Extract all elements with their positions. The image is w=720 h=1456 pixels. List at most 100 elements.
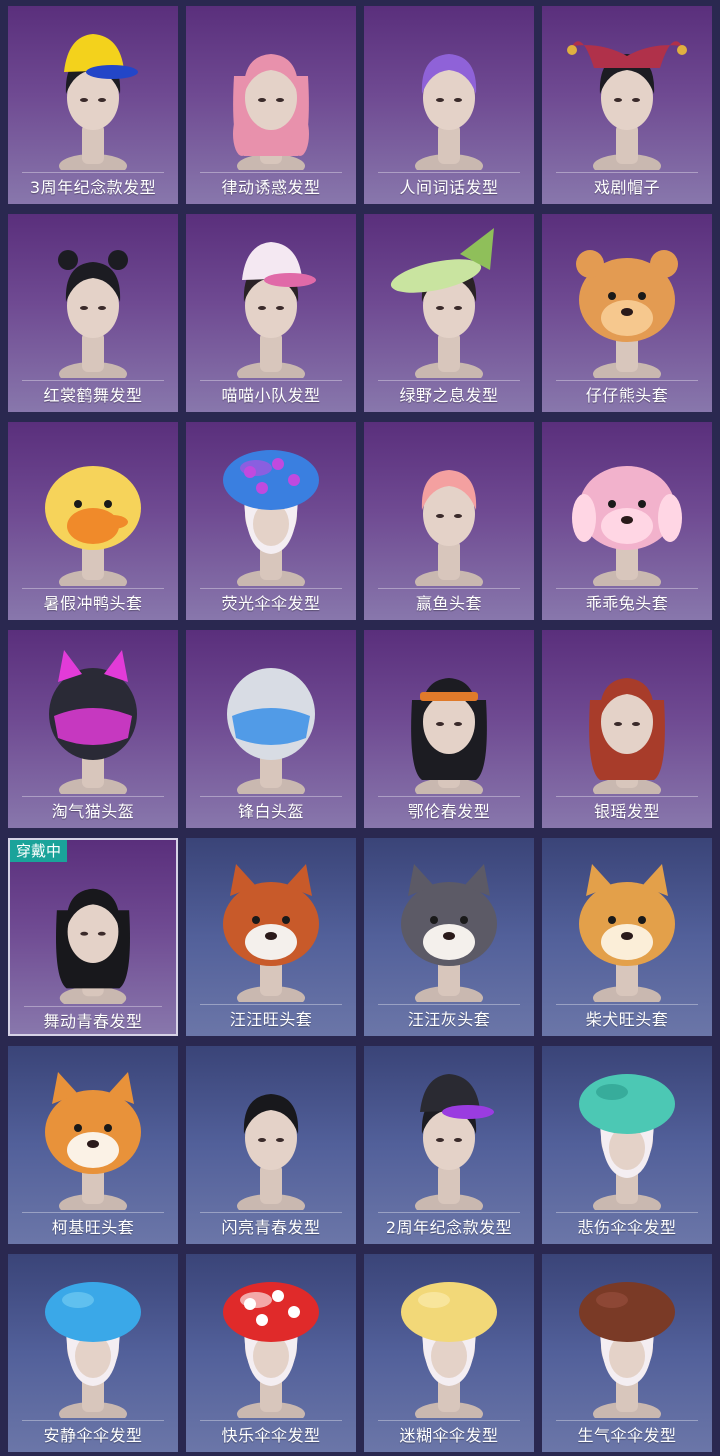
- outfit-card[interactable]: 淘气猫头盔: [8, 630, 178, 828]
- outfit-card[interactable]: 柴犬旺头套: [542, 838, 712, 1036]
- outfit-name: 汪汪旺头套: [229, 1010, 313, 1029]
- card-divider: [200, 588, 342, 589]
- cat-helmet-icon: [8, 630, 178, 794]
- outfit-name: 银瑶发型: [593, 802, 660, 821]
- card-divider: [22, 588, 164, 589]
- outfit-name: 戏剧帽子: [593, 178, 660, 197]
- outfit-card[interactable]: 荧光伞伞发型: [186, 422, 356, 620]
- outfit-card[interactable]: 舞动青春发型 穿戴中: [8, 838, 178, 1036]
- outfit-card[interactable]: 喵喵小队发型: [186, 214, 356, 412]
- card-divider: [378, 172, 520, 173]
- equipped-badge: 穿戴中: [10, 840, 68, 862]
- card-divider: [378, 1004, 520, 1005]
- outfit-name: 律动诱惑发型: [221, 178, 321, 197]
- outfit-name: 绿野之息发型: [399, 386, 499, 405]
- outfit-card[interactable]: 快乐伞伞发型: [186, 1254, 356, 1452]
- outfit-name: 红裳鹤舞发型: [43, 386, 143, 405]
- outfit-card[interactable]: 戏剧帽子: [542, 6, 712, 204]
- card-divider: [22, 1420, 164, 1421]
- outfit-name: 汪汪灰头套: [407, 1010, 491, 1029]
- butterfly-hat-icon: [364, 214, 534, 378]
- outfit-card[interactable]: 仔仔熊头套: [542, 214, 712, 412]
- space-buns-hair-icon: [8, 214, 178, 378]
- outfit-card[interactable]: 生气伞伞发型: [542, 1254, 712, 1452]
- outfit-card[interactable]: 暑假冲鸭头套: [8, 422, 178, 620]
- outfit-card[interactable]: 柯基旺头套: [8, 1046, 178, 1244]
- card-divider: [24, 1006, 162, 1007]
- shiba-head-icon: [542, 838, 712, 1002]
- card-divider: [200, 172, 342, 173]
- outfit-name: 生气伞伞发型: [577, 1426, 677, 1445]
- outfit-name: 喵喵小队发型: [221, 386, 321, 405]
- outfit-card[interactable]: 悲伤伞伞发型: [542, 1046, 712, 1244]
- outfit-card[interactable]: 红裳鹤舞发型: [8, 214, 178, 412]
- teal-mushroom-hat-icon: [542, 1046, 712, 1210]
- outfit-name: 人间词话发型: [399, 178, 499, 197]
- card-divider: [378, 380, 520, 381]
- purple-bob-hair-icon: [364, 6, 534, 170]
- card-divider: [556, 172, 698, 173]
- outfit-name: 2周年纪念款发型: [385, 1218, 513, 1237]
- card-divider: [378, 1212, 520, 1213]
- card-divider: [200, 796, 342, 797]
- card-divider: [556, 1420, 698, 1421]
- outfit-grid: 3周年纪念款发型 律动诱惑发型 人间词话发型 戏剧帽子红裳鹤舞发型 喵喵小队发型 绿野之息…: [0, 0, 720, 1456]
- outfit-card[interactable]: 迷糊伞伞发型: [364, 1254, 534, 1452]
- card-divider: [556, 1004, 698, 1005]
- outfit-name: 仔仔熊头套: [585, 386, 669, 405]
- black-long-hair-icon: [10, 840, 176, 1004]
- brown-mushroom-hat-icon: [542, 1254, 712, 1418]
- white-helmet-icon: [186, 630, 356, 794]
- card-divider: [200, 1212, 342, 1213]
- card-divider: [22, 172, 164, 173]
- outfit-card[interactable]: 绿野之息发型: [364, 214, 534, 412]
- card-divider: [200, 380, 342, 381]
- card-divider: [22, 380, 164, 381]
- outfit-card[interactable]: 银瑶发型: [542, 630, 712, 828]
- shiba-red-head-icon: [186, 838, 356, 1002]
- card-divider: [378, 1420, 520, 1421]
- outfit-name: 闪亮青春发型: [221, 1218, 321, 1237]
- outfit-card[interactable]: 锋白头盔: [186, 630, 356, 828]
- outfit-name: 迷糊伞伞发型: [399, 1426, 499, 1445]
- outfit-card[interactable]: 安静伞伞发型: [8, 1254, 178, 1452]
- black-bob-hair-icon: [186, 1046, 356, 1210]
- outfit-name: 安静伞伞发型: [43, 1426, 143, 1445]
- card-divider: [556, 380, 698, 381]
- outfit-card[interactable]: 鄂伦春发型: [364, 630, 534, 828]
- outfit-card[interactable]: 律动诱惑发型: [186, 6, 356, 204]
- outfit-card[interactable]: 闪亮青春发型: [186, 1046, 356, 1244]
- outfit-name: 赢鱼头套: [415, 594, 482, 613]
- outfit-name: 悲伤伞伞发型: [577, 1218, 677, 1237]
- outfit-name: 鄂伦春发型: [407, 802, 491, 821]
- pink-twin-tail-hair-icon: [186, 6, 356, 170]
- card-divider: [556, 1212, 698, 1213]
- outfit-card[interactable]: 2周年纪念款发型: [364, 1046, 534, 1244]
- outfit-name: 荧光伞伞发型: [221, 594, 321, 613]
- beaded-headband-hair-icon: [364, 630, 534, 794]
- blue-mushroom-hat-icon: [8, 1254, 178, 1418]
- outfit-name: 锋白头盔: [237, 802, 304, 821]
- cat-ear-cap-icon: [186, 214, 356, 378]
- card-divider: [556, 588, 698, 589]
- outfit-name: 3周年纪念款发型: [29, 178, 157, 197]
- outfit-card[interactable]: 汪汪灰头套: [364, 838, 534, 1036]
- lion-mask-hat-icon: [364, 422, 534, 586]
- bunny-head-icon: [542, 422, 712, 586]
- outfit-card[interactable]: 赢鱼头套: [364, 422, 534, 620]
- jester-hat-icon: [542, 6, 712, 170]
- outfit-card[interactable]: 人间词话发型: [364, 6, 534, 204]
- card-divider: [22, 796, 164, 797]
- card-divider: [556, 796, 698, 797]
- outfit-card[interactable]: 3周年纪念款发型: [8, 6, 178, 204]
- outfit-name: 乖乖兔头套: [585, 594, 669, 613]
- duck-head-icon: [8, 422, 178, 586]
- glow-mushroom-hat-icon: [186, 422, 356, 586]
- corgi-head-icon: [8, 1046, 178, 1210]
- husky-head-icon: [364, 838, 534, 1002]
- baseball-cap-hair-icon: [8, 6, 178, 170]
- outfit-name: 淘气猫头盔: [51, 802, 135, 821]
- outfit-card[interactable]: 汪汪旺头套: [186, 838, 356, 1036]
- outfit-card[interactable]: 乖乖兔头套: [542, 422, 712, 620]
- outfit-name: 快乐伞伞发型: [221, 1426, 321, 1445]
